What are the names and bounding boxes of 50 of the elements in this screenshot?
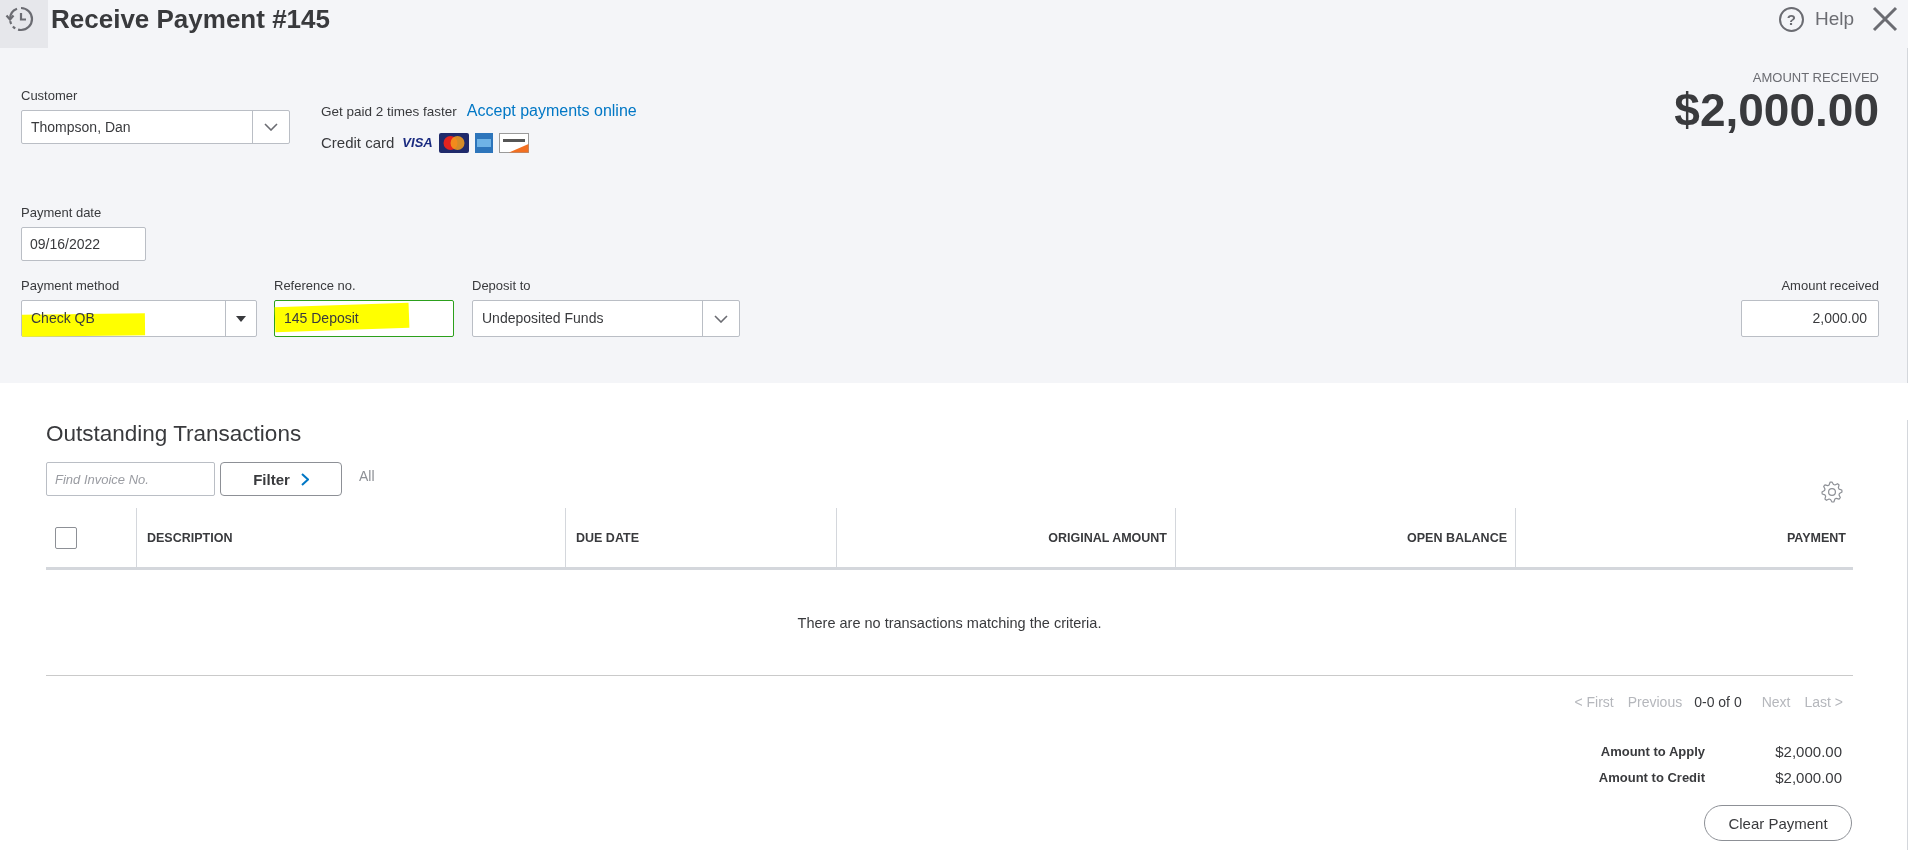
checkbox[interactable] xyxy=(55,526,77,549)
select-field[interactable]: Undeposited Funds xyxy=(472,300,740,337)
field-label: Reference no. xyxy=(274,278,357,294)
credit-card-label: Credit card xyxy=(321,133,395,153)
column-header: ORIGINAL AMOUNT xyxy=(1048,529,1167,546)
column-header: DUE DATE xyxy=(576,529,639,546)
close-icon xyxy=(1872,6,1898,32)
filter-button[interactable]: Filter xyxy=(220,462,342,496)
total-amount: $2,000.00 xyxy=(1774,744,1842,760)
settings-button[interactable] xyxy=(1821,481,1843,503)
caret-down-icon xyxy=(236,315,246,322)
field-label: Customer xyxy=(21,88,79,104)
field-label: Payment date xyxy=(21,205,103,221)
empty-message: There are no transactions matching the criteria. xyxy=(797,613,1102,632)
column-header: DESCRIPTION xyxy=(147,529,233,546)
input-field[interactable]: 145 Deposit xyxy=(274,300,454,337)
help-icon: ? xyxy=(1778,6,1804,32)
chevron-down-icon xyxy=(714,314,728,323)
column-header: OPEN BALANCE xyxy=(1407,529,1507,546)
field-label: Payment method xyxy=(21,278,121,294)
overlapping-circles-card-icon xyxy=(438,133,469,153)
accept-payments-link[interactable]: Accept payments online xyxy=(466,102,637,120)
filter-value-text: All xyxy=(359,467,375,486)
striped-card-logo-icon xyxy=(498,133,529,153)
total-amount: $2,000.00 xyxy=(1774,770,1842,786)
customer-dropdown[interactable]: Thompson, Dan xyxy=(21,110,290,144)
page-title: Receive Payment #145 xyxy=(51,3,330,36)
select-field[interactable]: Check QB xyxy=(21,300,257,337)
card-brand-text: VISA xyxy=(402,135,433,151)
chevron-right-icon xyxy=(300,472,309,486)
total-label: Amount to Apply xyxy=(1599,744,1705,760)
column-header: PAYMENT xyxy=(1786,529,1846,546)
clock-icon xyxy=(0,0,48,48)
gear-icon xyxy=(1821,481,1843,503)
total-label: Amount to Credit xyxy=(1598,770,1705,786)
field-label: Amount received xyxy=(1780,278,1879,294)
card-logo-icon xyxy=(474,133,493,153)
field-label: Deposit to xyxy=(472,278,532,294)
amount-field[interactable]: 2,000.00 xyxy=(1741,300,1879,337)
page-range-text: 0-0 of 0 xyxy=(1694,693,1742,711)
amount-received-total: $2,000.00 xyxy=(1674,86,1879,134)
search-field[interactable]: Find Invoice No. xyxy=(46,462,215,496)
date-field[interactable]: 09/16/2022 xyxy=(21,227,146,261)
help-button[interactable]: ? Help xyxy=(1778,6,1854,32)
promo-text: Get paid 2 times faster xyxy=(321,103,457,121)
close-button[interactable] xyxy=(1872,6,1898,32)
clear-payment-button[interactable]: Clear Payment xyxy=(1704,805,1852,841)
amount-received-label: AMOUNT RECEIVED xyxy=(1751,70,1879,86)
chevron-down-icon xyxy=(264,123,278,131)
section-title: Outstanding Transactions xyxy=(46,420,303,447)
